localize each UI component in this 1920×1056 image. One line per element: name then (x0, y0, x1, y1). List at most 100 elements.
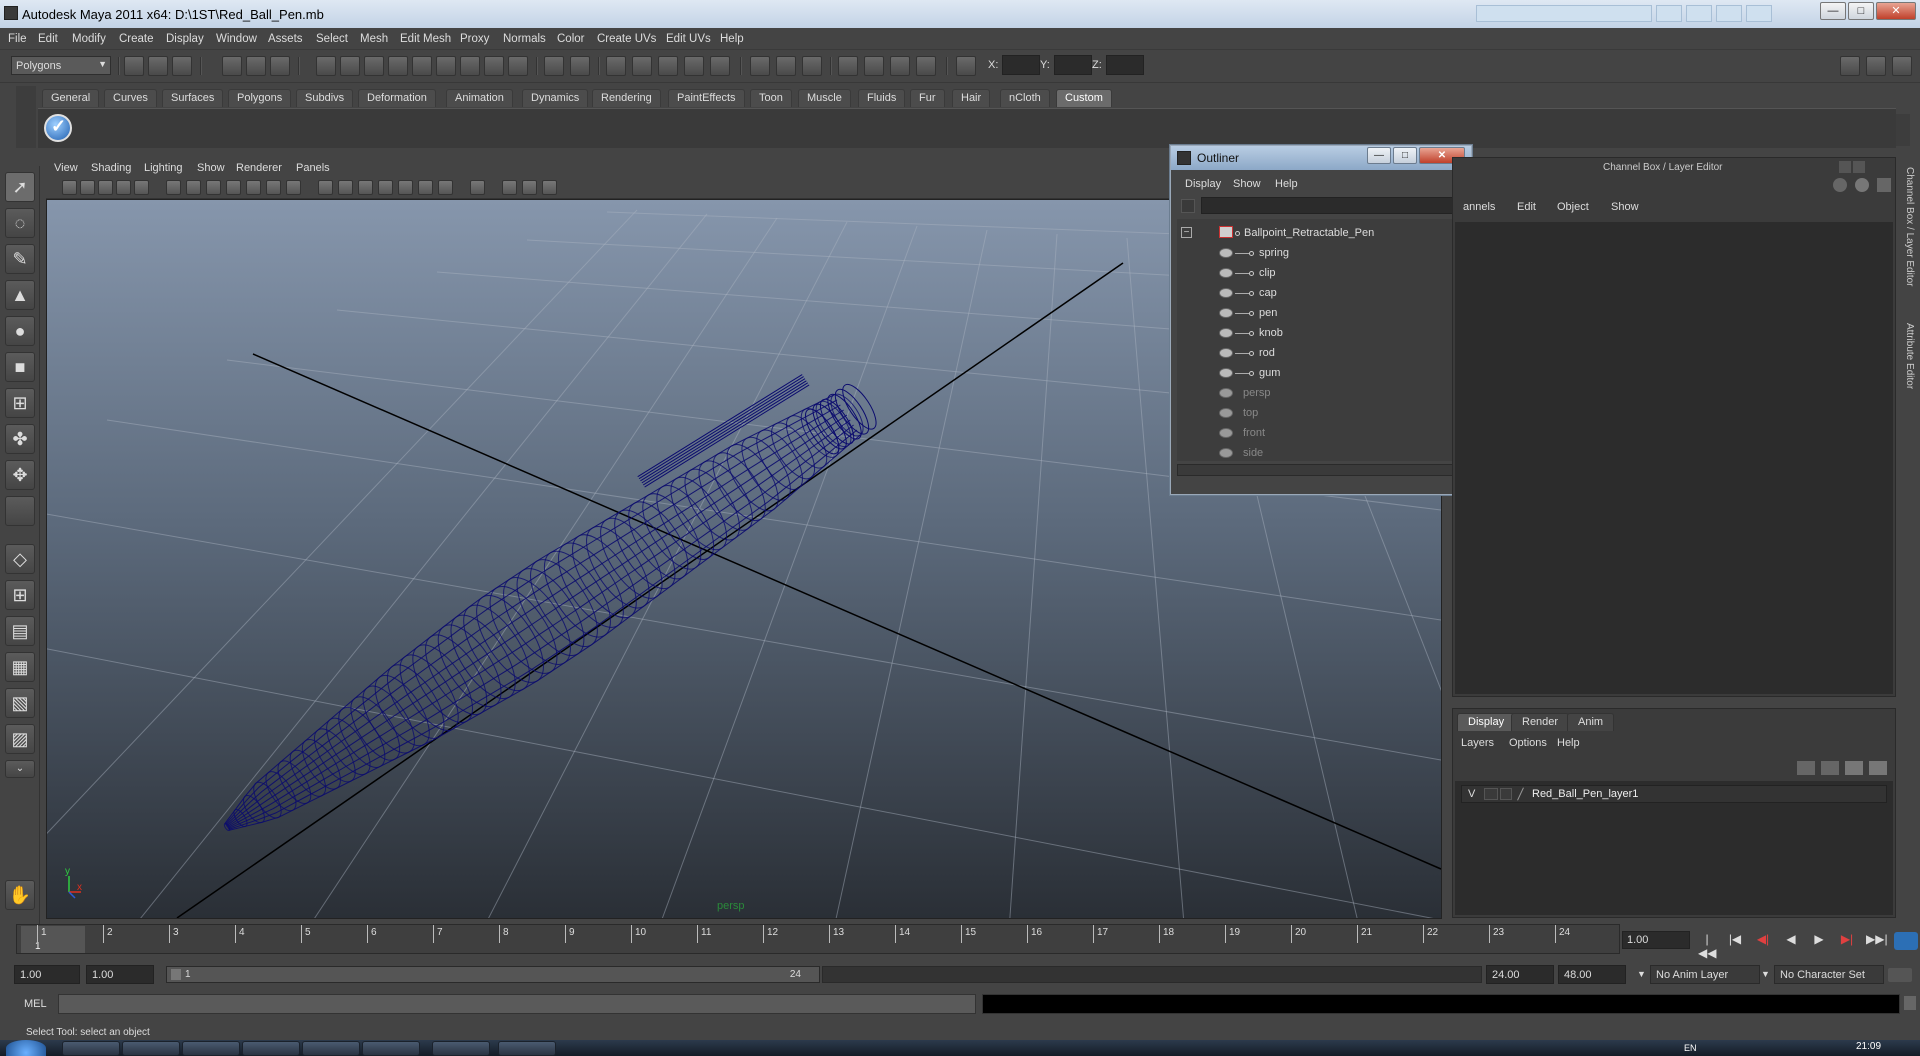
menu-assets[interactable]: Assets (268, 33, 303, 45)
pick-deformations-icon[interactable] (436, 56, 456, 76)
viewport-menu-shading[interactable]: Shading (91, 162, 131, 174)
absolute-transform-icon[interactable] (956, 56, 976, 76)
four-pane-layout-icon[interactable]: ⊞ (5, 580, 35, 610)
language-indicator[interactable]: EN (1684, 1043, 1697, 1053)
z-field[interactable] (1106, 55, 1144, 75)
taskbar-photoshop-icon[interactable] (242, 1041, 300, 1056)
favorites-button[interactable] (1716, 5, 1742, 22)
all-lights-icon[interactable] (418, 180, 433, 195)
smooth-shade-icon[interactable] (338, 180, 353, 195)
outliner-menu-display[interactable]: Display (1185, 178, 1221, 190)
info-help-button[interactable] (1746, 5, 1772, 22)
construction-history-icon[interactable] (802, 56, 822, 76)
input-connections-icon[interactable] (750, 56, 770, 76)
move-tool-icon[interactable]: ▲ (5, 280, 35, 310)
select-camera-icon[interactable] (62, 180, 77, 195)
outliner-filter-input[interactable] (1201, 197, 1463, 214)
highlight-selection-icon[interactable] (570, 56, 590, 76)
anim-layer-dropdown[interactable]: ▼ No Anim Layer (1637, 965, 1760, 984)
paint-select-tool-icon[interactable]: ✎ (5, 244, 35, 274)
outliner-menu-show[interactable]: Show (1233, 178, 1261, 190)
outliner-maximize-button[interactable]: □ (1393, 147, 1417, 164)
taskbar-explorer-icon[interactable] (362, 1041, 420, 1056)
tab-animation[interactable]: Animation (446, 89, 513, 107)
new-layer-icon[interactable] (1845, 761, 1863, 775)
taskbar-app-icon[interactable] (302, 1041, 360, 1056)
menu-display[interactable]: Display (166, 33, 204, 45)
2d-pan-zoom-icon[interactable] (134, 180, 149, 195)
filter-icon[interactable] (1181, 199, 1195, 213)
menu-help[interactable]: Help (720, 33, 744, 45)
start-button-icon[interactable] (6, 1040, 46, 1056)
pick-surfaces-icon[interactable] (412, 56, 432, 76)
tab-rendering[interactable]: Rendering (592, 89, 661, 107)
step-back-frame-button[interactable]: ◀| (1754, 932, 1772, 948)
step-forward-key-button[interactable]: ▶| (1838, 932, 1856, 948)
mel-label[interactable]: MEL (24, 998, 47, 1010)
tab-subdivs[interactable]: Subdivs (296, 89, 354, 107)
taskbar-skype-icon[interactable] (432, 1041, 490, 1056)
tab-fluids[interactable]: Fluids (858, 89, 906, 107)
graph-editor-layout-icon[interactable]: ▨ (5, 724, 35, 754)
channel-menu-channels[interactable]: annels (1463, 201, 1495, 213)
outliner-item-front[interactable]: front (1177, 423, 1457, 443)
wireframe-icon[interactable] (318, 180, 333, 195)
time-slider[interactable]: 1 1 2 3 4 5 6 7 8 9 10 11 12 13 14 15 16 17 18 19 20 21 22 23 2… (16, 924, 1620, 954)
menu-proxy[interactable]: Proxy (460, 33, 489, 45)
taskbar-app-icon[interactable] (122, 1041, 180, 1056)
xray-icon[interactable] (502, 180, 517, 195)
tab-curves[interactable]: Curves (104, 89, 157, 107)
channel-menu-object[interactable]: Object (1557, 201, 1589, 213)
outliner-persp-layout-icon[interactable]: ▤ (5, 616, 35, 646)
layer-row[interactable]: V Red_Ball_Pen_layer1 (1461, 785, 1887, 803)
soft-mod-tool-icon[interactable]: ✤ (5, 424, 35, 454)
select-by-object-icon[interactable] (246, 56, 266, 76)
menu-file[interactable]: File (8, 33, 27, 45)
teamviewer-tray-icon[interactable] (1894, 932, 1918, 950)
render-settings-icon[interactable] (916, 56, 936, 76)
render-current-frame-icon[interactable] (864, 56, 884, 76)
hardware-texturing-icon[interactable] (542, 180, 557, 195)
outliner-item-cap[interactable]: cap (1177, 283, 1457, 303)
menu-set-selector[interactable]: Polygons ▼ (11, 56, 111, 75)
xray-joints-icon[interactable] (522, 180, 537, 195)
single-pane-layout-icon[interactable]: ◇ (5, 544, 35, 574)
wireframe-on-shaded-icon[interactable] (358, 180, 373, 195)
tab-fur[interactable]: Fur (910, 89, 945, 107)
default-lights-icon[interactable] (398, 180, 413, 195)
snap-to-grid-icon[interactable] (606, 56, 626, 76)
rotate-tool-icon[interactable]: ● (5, 316, 35, 346)
select-by-hierarchy-icon[interactable] (222, 56, 242, 76)
outliner-item-clip[interactable]: clip (1177, 263, 1457, 283)
step-back-key-button[interactable]: |◀ (1726, 932, 1744, 948)
menu-edit-mesh[interactable]: Edit Mesh (400, 33, 451, 45)
menu-create[interactable]: Create (119, 33, 154, 45)
question-icon[interactable] (508, 56, 528, 76)
render-view-icon[interactable] (838, 56, 858, 76)
tab-surfaces[interactable]: Surfaces (162, 89, 224, 107)
go-to-end-button[interactable]: ▶▶| (1866, 932, 1888, 948)
search-button[interactable] (1656, 5, 1682, 22)
field-chart-icon[interactable] (246, 180, 261, 195)
viewport-menu-view[interactable]: View (54, 162, 78, 174)
new-layer-from-selection-icon[interactable] (1869, 761, 1887, 775)
last-tool-icon[interactable]: ✥ (5, 460, 35, 490)
communication-center-button[interactable] (1686, 5, 1712, 22)
textured-icon[interactable] (378, 180, 393, 195)
tab-polygons[interactable]: Polygons (228, 89, 292, 107)
save-scene-icon[interactable] (172, 56, 192, 76)
outliner-menu-help[interactable]: Help (1275, 178, 1298, 190)
lock-selection-icon[interactable] (544, 56, 564, 76)
safe-title-icon[interactable] (286, 180, 301, 195)
play-forward-button[interactable]: ▶ (1810, 932, 1828, 948)
play-backward-button[interactable]: ◀ (1782, 932, 1800, 948)
snap-to-view-plane-icon[interactable] (684, 56, 704, 76)
pick-handles-icon[interactable] (340, 56, 360, 76)
grid-toggle-icon[interactable] (166, 180, 181, 195)
move-layer-down-icon[interactable] (1821, 761, 1839, 775)
tab-muscle[interactable]: Muscle (798, 89, 851, 107)
tab-custom[interactable]: Custom (1056, 89, 1112, 107)
outliner-item-root[interactable]: − Ballpoint_Retractable_Pen (1177, 223, 1457, 243)
new-scene-icon[interactable] (124, 56, 144, 76)
menu-window[interactable]: Window (216, 33, 257, 45)
